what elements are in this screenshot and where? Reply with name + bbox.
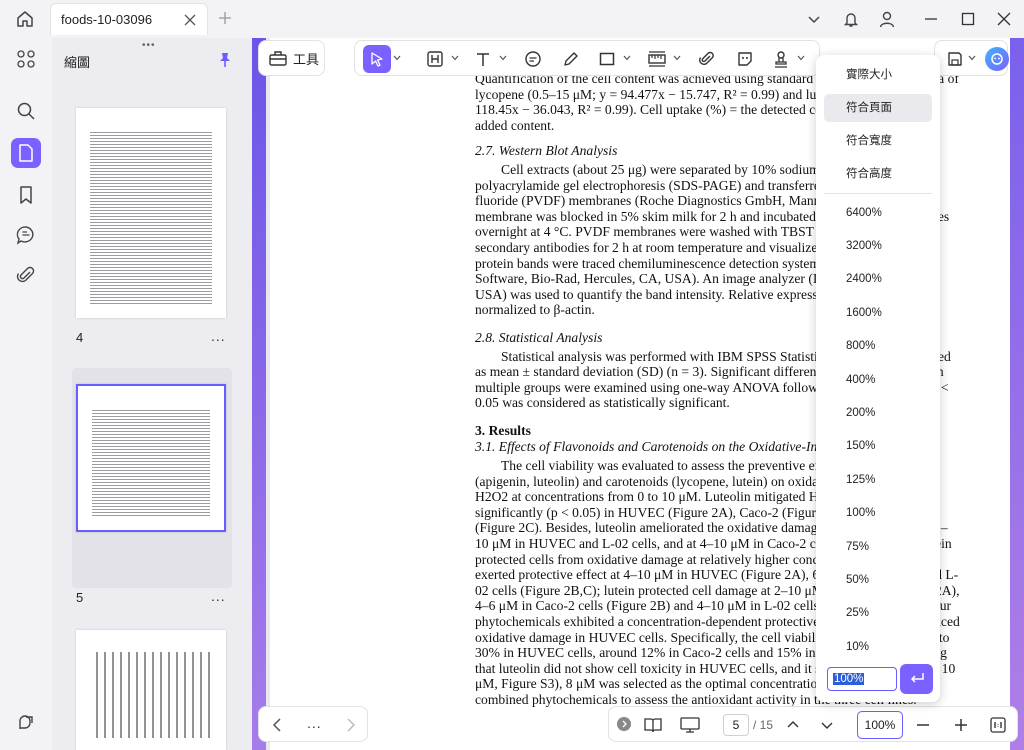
viewer-border bbox=[1010, 38, 1024, 750]
page-thumbnail[interactable] bbox=[76, 630, 226, 750]
pin-icon[interactable] bbox=[218, 52, 232, 68]
tools-button[interactable]: 工具 bbox=[258, 40, 325, 76]
chevron-down-icon[interactable] bbox=[499, 54, 507, 62]
panel-title: 縮圖 bbox=[64, 55, 91, 70]
page-navigation-left: ... bbox=[258, 706, 368, 742]
presentation-icon[interactable] bbox=[679, 716, 701, 734]
highlight-icon[interactable] bbox=[421, 45, 449, 73]
apps-icon[interactable] bbox=[11, 44, 41, 74]
zoom-option-fit-height[interactable]: 符合高度 bbox=[824, 160, 932, 188]
zoom-level-box[interactable]: 100% bbox=[857, 711, 903, 739]
thumbnail-more-button[interactable]: ... bbox=[211, 328, 226, 344]
thumbnail-icon[interactable] bbox=[11, 138, 41, 168]
next-page-icon[interactable] bbox=[819, 717, 835, 733]
zoom-option-actual-size[interactable]: 實際大小 bbox=[824, 61, 932, 89]
zoom-level-option[interactable]: 6400% bbox=[824, 199, 932, 227]
zoom-level-option[interactable]: 50% bbox=[824, 566, 932, 594]
more-button[interactable]: ... bbox=[307, 715, 322, 731]
zoom-level-option[interactable]: 75% bbox=[824, 533, 932, 561]
reading-mode-icon[interactable] bbox=[643, 716, 663, 734]
actual-size-icon[interactable] bbox=[989, 716, 1007, 734]
enter-icon[interactable] bbox=[900, 664, 933, 694]
thumbnail-page-number: 5 bbox=[76, 590, 84, 605]
chevron-left-icon[interactable] bbox=[271, 717, 285, 733]
page-thumbnail[interactable] bbox=[76, 108, 226, 318]
comment-icon[interactable] bbox=[11, 220, 41, 250]
thumbnail-page-number: 4 bbox=[76, 330, 84, 345]
chevron-down-icon[interactable] bbox=[451, 54, 459, 62]
paperclip-icon[interactable] bbox=[693, 45, 721, 73]
annotation-toolbar bbox=[354, 40, 820, 76]
home-icon[interactable] bbox=[14, 8, 38, 30]
zoom-level-option[interactable]: 150% bbox=[824, 432, 932, 460]
sticker-icon[interactable] bbox=[731, 45, 759, 73]
save-icon[interactable] bbox=[941, 45, 969, 73]
thumbnail-panel: ••• 縮圖 4 ... 5 ... bbox=[52, 38, 252, 750]
zoom-level-option[interactable]: 125% bbox=[824, 466, 932, 494]
zoom-input[interactable]: 100% bbox=[827, 667, 897, 691]
chevron-down-icon[interactable] bbox=[673, 54, 681, 62]
search-icon[interactable] bbox=[11, 96, 41, 126]
bookmark-icon[interactable] bbox=[11, 180, 41, 210]
close-icon[interactable] bbox=[183, 13, 197, 27]
collapse-icon[interactable] bbox=[617, 717, 631, 731]
stamp-icon[interactable] bbox=[767, 45, 795, 73]
zoom-out-icon[interactable] bbox=[915, 717, 931, 733]
zoom-level-option[interactable]: 400% bbox=[824, 366, 932, 394]
select-cursor-icon[interactable] bbox=[363, 45, 391, 73]
chevron-right-icon[interactable] bbox=[343, 717, 357, 733]
page-navigation-right: 5 / 15 100% bbox=[608, 706, 1018, 742]
zoom-level-option[interactable]: 100% bbox=[824, 499, 932, 527]
pencil-icon[interactable] bbox=[557, 45, 585, 73]
measure-icon[interactable] bbox=[643, 45, 671, 73]
panel-grip[interactable]: ••• bbox=[142, 40, 156, 51]
zoom-level-option[interactable]: 25% bbox=[824, 599, 932, 627]
chevron-down-icon[interactable] bbox=[393, 54, 401, 62]
zoom-level-option[interactable]: 10% bbox=[824, 633, 932, 661]
toolbox-icon bbox=[269, 51, 287, 66]
viewer-border bbox=[252, 38, 266, 750]
zoom-dropdown-menu: 實際大小 符合頁面 符合寬度 符合高度 6400% 3200% 2400% 16… bbox=[816, 55, 940, 702]
plus-icon[interactable] bbox=[218, 11, 232, 25]
zoom-in-icon[interactable] bbox=[953, 717, 969, 733]
tab-title: foods-10-03096 bbox=[61, 12, 153, 27]
zoom-input-value: 100% bbox=[833, 673, 865, 685]
page-number-input[interactable]: 5 bbox=[723, 714, 749, 736]
chevron-down-icon[interactable] bbox=[623, 54, 631, 62]
zoom-option-fit-width[interactable]: 符合寬度 bbox=[824, 127, 932, 155]
previous-page-icon[interactable] bbox=[785, 717, 801, 733]
zoom-level-option[interactable]: 2400% bbox=[824, 265, 932, 293]
thumbnail-more-button[interactable]: ... bbox=[211, 588, 226, 604]
chevron-down-icon[interactable] bbox=[805, 10, 823, 28]
user-icon[interactable] bbox=[878, 10, 896, 28]
page-total: / 15 bbox=[753, 718, 774, 732]
comment-icon[interactable] bbox=[519, 45, 547, 73]
tools-label: 工具 bbox=[293, 51, 320, 67]
right-toolbar bbox=[934, 40, 1009, 76]
text-icon[interactable] bbox=[469, 45, 497, 73]
zoom-level-option[interactable]: 1600% bbox=[824, 299, 932, 327]
close-window-icon[interactable] bbox=[995, 10, 1013, 28]
zoom-level-option[interactable]: 800% bbox=[824, 332, 932, 360]
chevron-down-icon[interactable] bbox=[968, 54, 976, 62]
title-bar: foods-10-03096 bbox=[0, 0, 1024, 38]
left-rail bbox=[0, 38, 52, 750]
zoom-level-option[interactable]: 3200% bbox=[824, 232, 932, 260]
zoom-level-option[interactable]: 200% bbox=[824, 399, 932, 427]
rectangle-icon[interactable] bbox=[593, 45, 621, 73]
bell-icon[interactable] bbox=[842, 10, 860, 28]
chevron-down-icon[interactable] bbox=[797, 54, 805, 62]
sticker-icon[interactable] bbox=[11, 708, 41, 738]
ai-assistant-icon[interactable] bbox=[985, 47, 1009, 71]
zoom-option-fit-page[interactable]: 符合頁面 bbox=[824, 94, 932, 122]
document-tab[interactable]: foods-10-03096 bbox=[50, 3, 208, 35]
menu-divider bbox=[824, 193, 932, 194]
minimize-icon[interactable] bbox=[922, 10, 940, 28]
attachment-icon[interactable] bbox=[11, 260, 41, 290]
maximize-icon[interactable] bbox=[959, 10, 977, 28]
page-thumbnail-selected[interactable] bbox=[76, 384, 226, 532]
